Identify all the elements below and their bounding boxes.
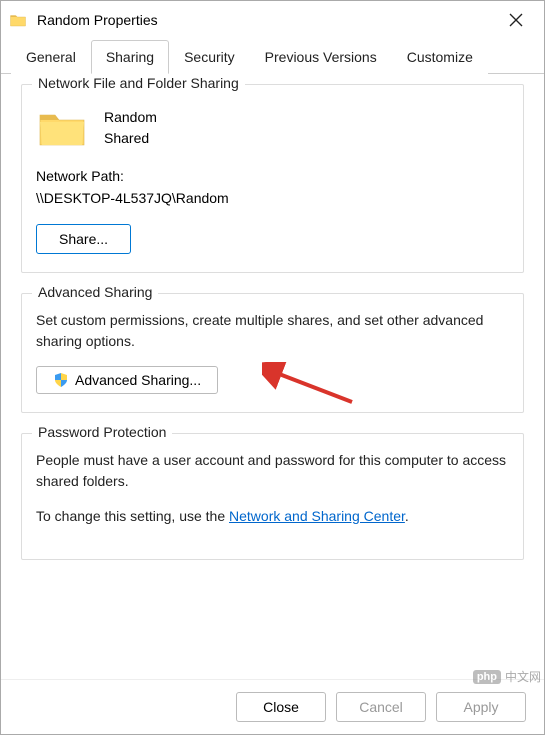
folder-text: Random Shared (104, 107, 157, 149)
password-description: People must have a user account and pass… (36, 450, 509, 492)
group-body: People must have a user account and pass… (36, 450, 509, 527)
group-description: Set custom permissions, create multiple … (36, 310, 509, 352)
group-title: Advanced Sharing (32, 284, 158, 300)
titlebar: Random Properties (1, 1, 544, 39)
network-path-block: Network Path: \\DESKTOP-4L537JQ\Random (36, 165, 509, 210)
arrow-annotation (262, 362, 362, 412)
advanced-sharing-button[interactable]: Advanced Sharing... (36, 366, 218, 394)
close-button[interactable]: Close (236, 692, 326, 722)
group-title: Password Protection (32, 424, 172, 440)
tab-sharing[interactable]: Sharing (91, 40, 169, 74)
tab-security[interactable]: Security (169, 40, 250, 74)
network-path-label: Network Path: (36, 165, 509, 187)
tab-customize[interactable]: Customize (392, 40, 488, 74)
group-password-protection: Password Protection People must have a u… (21, 433, 524, 560)
shield-icon (53, 372, 69, 388)
tab-general[interactable]: General (11, 40, 91, 74)
advanced-sharing-button-label: Advanced Sharing... (75, 372, 201, 388)
tab-strip: General Sharing Security Previous Versio… (1, 39, 544, 74)
network-sharing-center-link[interactable]: Network and Sharing Center (229, 508, 405, 524)
close-icon (509, 13, 523, 27)
close-window-button[interactable] (496, 5, 536, 35)
folder-icon (9, 11, 27, 29)
folder-icon (38, 107, 86, 149)
tab-content: Network File and Folder Sharing Random S… (1, 74, 544, 679)
dialog-footer: Close Cancel Apply (1, 679, 544, 734)
share-button[interactable]: Share... (36, 224, 131, 254)
share-status: Shared (104, 128, 157, 149)
password-change-line: To change this setting, use the Network … (36, 506, 509, 527)
folder-info-row: Random Shared (38, 107, 509, 149)
tab-previous-versions[interactable]: Previous Versions (250, 40, 392, 74)
group-network-sharing: Network File and Folder Sharing Random S… (21, 84, 524, 273)
network-path-value: \\DESKTOP-4L537JQ\Random (36, 187, 509, 209)
cancel-button[interactable]: Cancel (336, 692, 426, 722)
group-advanced-sharing: Advanced Sharing Set custom permissions,… (21, 293, 524, 413)
group-title: Network File and Folder Sharing (32, 75, 245, 91)
window-title: Random Properties (37, 12, 496, 28)
apply-button[interactable]: Apply (436, 692, 526, 722)
folder-name: Random (104, 107, 157, 128)
properties-dialog: Random Properties General Sharing Securi… (0, 0, 545, 735)
